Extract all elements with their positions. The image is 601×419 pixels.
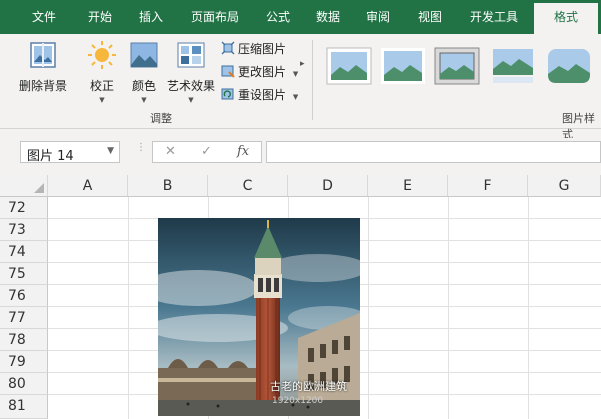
ribbon-tab-bar: 文件 开始 插入 页面布局 公式 数据 审阅 视图 开发工具 格式: [0, 0, 601, 34]
row-header[interactable]: 76: [0, 285, 48, 307]
picture-dimensions: 1920x1200: [272, 396, 324, 406]
formula-bar: 图片 14 ▼ ⋮ ✕ ✓ fx: [0, 138, 601, 168]
tab-view[interactable]: 视图: [407, 0, 453, 34]
picture-style-rounded[interactable]: [546, 47, 592, 85]
color-label: 颜色: [131, 79, 156, 93]
tab-page-layout[interactable]: 页面布局: [180, 0, 250, 34]
row-header[interactable]: 79: [0, 351, 48, 373]
row-header[interactable]: 73: [0, 219, 48, 241]
reset-picture-label: 重设图片: [238, 88, 287, 102]
tab-home[interactable]: 开始: [74, 0, 126, 34]
column-header-g[interactable]: G: [528, 175, 601, 197]
group-divider: [312, 40, 313, 120]
tab-data[interactable]: 数据: [305, 0, 351, 34]
tab-format[interactable]: 格式: [534, 3, 598, 34]
change-picture-icon: [221, 65, 235, 78]
artistic-effects-icon: [177, 42, 205, 68]
picture-style-soft-edge[interactable]: [380, 47, 426, 85]
column-header-a[interactable]: A: [48, 175, 128, 197]
color-button[interactable]: 颜色 ▼: [126, 40, 162, 104]
row-header[interactable]: 75: [0, 263, 48, 285]
tab-review[interactable]: 审阅: [355, 0, 401, 34]
remove-background-icon: [30, 42, 56, 68]
row-header[interactable]: 81: [0, 395, 48, 419]
select-all-corner[interactable]: [0, 175, 48, 197]
ribbon-panel: 删除背景 校正 ▼ 颜色 ▼ 艺术效果 ▼ 压缩图片 更改图片 ▼ 重设图片 ▼…: [0, 34, 601, 141]
gridline: [128, 197, 129, 419]
formula-bar-grip: ⋮: [136, 142, 146, 153]
compress-pictures-button[interactable]: 压缩图片: [221, 40, 286, 57]
column-header-b[interactable]: B: [128, 175, 208, 197]
compress-pictures-label: 压缩图片: [238, 42, 287, 56]
remove-background-label: 删除背景: [18, 79, 67, 93]
change-picture-button[interactable]: 更改图片 ▼: [221, 63, 298, 80]
corrections-label: 校正: [89, 79, 114, 93]
remove-background-button[interactable]: 删除背景: [14, 40, 72, 94]
name-box[interactable]: 图片 14 ▼: [20, 141, 120, 164]
cancel-icon[interactable]: ✕: [165, 144, 176, 159]
artistic-effects-button[interactable]: 艺术效果 ▼: [166, 40, 216, 104]
chevron-down-icon: ▼: [188, 96, 194, 104]
styles-scroll-arrows[interactable]: ▸: [300, 59, 305, 69]
row-header[interactable]: 72: [0, 197, 48, 219]
change-picture-label: 更改图片: [238, 65, 287, 79]
picture-color-icon: [130, 42, 158, 68]
corrections-button[interactable]: 校正 ▼: [84, 40, 120, 104]
compress-icon: [221, 41, 235, 55]
tab-developer[interactable]: 开发工具: [460, 0, 528, 34]
gridline: [368, 197, 369, 419]
insert-function-icon[interactable]: fx: [237, 144, 249, 159]
picture-caption: 古老的欧洲建筑: [270, 380, 347, 393]
picture-style-reflected[interactable]: [490, 47, 536, 85]
sun-icon: [88, 41, 116, 69]
enter-icon[interactable]: ✓: [201, 144, 212, 159]
chevron-down-icon: ▼: [107, 146, 114, 156]
select-all-icon: [34, 183, 44, 193]
chevron-down-icon: ▼: [141, 96, 147, 104]
name-box-value: 图片 14: [27, 149, 74, 164]
column-header-c[interactable]: C: [208, 175, 288, 197]
artistic-effects-label: 艺术效果: [166, 79, 215, 93]
row-header[interactable]: 80: [0, 373, 48, 395]
formula-buttons: ✕ ✓ fx: [152, 141, 262, 163]
row-header[interactable]: 74: [0, 241, 48, 263]
chevron-down-icon: ▼: [292, 70, 299, 78]
column-header-d[interactable]: D: [288, 175, 368, 197]
gridline: [448, 197, 449, 419]
column-header-e[interactable]: E: [368, 175, 448, 197]
row-header[interactable]: 78: [0, 329, 48, 351]
gridline: [528, 197, 529, 419]
chevron-down-icon: ▼: [99, 96, 105, 104]
reset-picture-button[interactable]: 重设图片 ▼: [221, 86, 298, 103]
picture-styles-gallery: [320, 42, 601, 100]
column-header-f[interactable]: F: [448, 175, 528, 197]
chevron-down-icon: ▼: [292, 93, 299, 101]
tab-formulas[interactable]: 公式: [255, 0, 301, 34]
row-header[interactable]: 77: [0, 307, 48, 329]
picture-style-thick-frame[interactable]: [434, 47, 480, 85]
tab-insert[interactable]: 插入: [126, 0, 176, 34]
tab-file[interactable]: 文件: [18, 0, 70, 34]
picture-style-simple-frame[interactable]: [326, 47, 372, 85]
formula-input[interactable]: [266, 141, 601, 163]
reset-picture-icon: [221, 88, 234, 100]
adjust-group-label: 调整: [150, 112, 172, 125]
